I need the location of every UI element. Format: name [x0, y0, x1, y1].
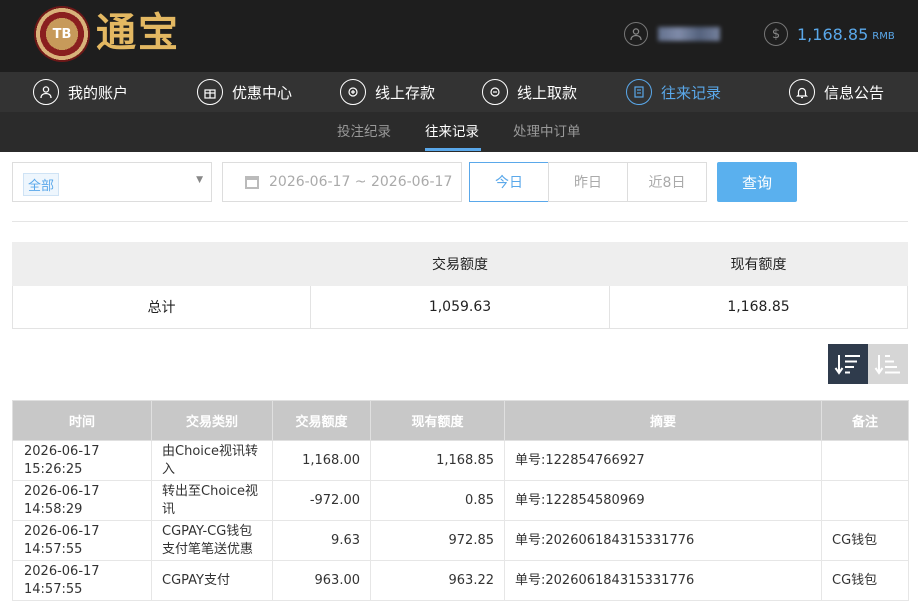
top-header: TB 通宝 $ 1,168.85 RMB	[0, 0, 918, 72]
cell-time: 2026-06-17 14:58:29	[12, 480, 152, 521]
cell-type: 转出至Choice视讯	[151, 480, 273, 521]
cell-summary: 单号:202606184315331776	[504, 560, 822, 601]
table-row: 2026-06-17 14:57:55 CGPAY支付 963.00 963.2…	[12, 560, 909, 601]
column-header-remark[interactable]: 备注	[821, 400, 909, 441]
summary-header-cell	[12, 242, 311, 286]
calendar-icon	[245, 175, 259, 189]
yesterday-button[interactable]: 昨日	[548, 162, 628, 202]
transaction-type-select[interactable]: 全部 ▼	[12, 162, 212, 202]
sort-asc-icon	[874, 355, 900, 375]
nav-item-promotions[interactable]: 优惠中心	[197, 72, 292, 112]
column-header-type[interactable]: 交易类别	[151, 400, 273, 441]
cell-amount: -972.00	[272, 480, 371, 521]
withdraw-icon	[482, 79, 508, 105]
column-header-summary[interactable]: 摘要	[504, 400, 822, 441]
nav-item-label: 优惠中心	[232, 83, 293, 102]
last-8-days-button[interactable]: 近8日	[627, 162, 707, 202]
nav-item-label: 我的账户	[68, 83, 129, 102]
logo-chip-icon[interactable]: TB	[34, 6, 90, 62]
nav-item-online-deposit[interactable]: 线上存款	[340, 72, 435, 112]
cell-amount: 9.63	[272, 520, 371, 561]
cell-type: CGPAY支付	[151, 560, 273, 601]
username-blurred	[658, 27, 720, 41]
cell-remark: CG钱包	[821, 560, 909, 601]
cell-amount: 963.00	[272, 560, 371, 601]
column-header-balance[interactable]: 现有额度	[370, 400, 505, 441]
user-info[interactable]	[624, 22, 720, 46]
sort-desc-icon	[834, 355, 860, 375]
cell-time: 2026-06-17 15:26:25	[12, 440, 152, 481]
cell-summary: 单号:122854766927	[504, 440, 822, 481]
query-button[interactable]: 查询	[717, 162, 797, 202]
sort-ascending-button[interactable]	[868, 344, 908, 384]
tab-transaction-records[interactable]: 往来记录	[425, 112, 479, 152]
cell-remark: CG钱包	[821, 520, 909, 561]
cell-remark	[821, 480, 909, 521]
cell-summary: 单号:202606184315331776	[504, 520, 822, 561]
tab-pending-orders[interactable]: 处理中订单	[513, 112, 581, 152]
user-icon	[33, 79, 59, 105]
records-table: 时间 交易类别 交易额度 现有额度 摘要 备注 2026-06-17 15:26…	[12, 400, 909, 601]
selected-type-tag: 全部	[23, 173, 60, 196]
cell-balance: 963.22	[370, 560, 505, 601]
today-button[interactable]: 今日	[469, 162, 549, 202]
table-row: 2026-06-17 15:26:25 由Choice视讯转入 1,168.00…	[12, 440, 909, 481]
nav-item-label: 信息公告	[824, 83, 885, 102]
active-tab-indicator	[425, 148, 481, 151]
cell-type: CGPAY-CG钱包支付笔笔送优惠	[151, 520, 273, 561]
deposit-icon	[340, 79, 366, 105]
date-range-input[interactable]: 2026-06-17 ~ 2026-06-17	[222, 162, 462, 202]
user-icon	[624, 22, 648, 46]
column-header-time[interactable]: 时间	[12, 400, 152, 441]
divider	[12, 221, 908, 222]
nav-item-online-withdraw[interactable]: 线上取款	[482, 72, 577, 112]
sort-descending-button[interactable]	[828, 344, 868, 384]
nav-item-label: 线上存款	[375, 83, 436, 102]
table-row: 2026-06-17 14:57:55 CGPAY-CG钱包支付笔笔送优惠 9.…	[12, 520, 909, 561]
logo-badge: TB	[52, 26, 72, 42]
cell-balance: 972.85	[370, 520, 505, 561]
summary-header-cell: 交易额度	[310, 242, 610, 286]
nav-item-label: 往来记录	[661, 83, 722, 102]
cell-time: 2026-06-17 14:57:55	[12, 520, 152, 561]
summary-current-balance: 1,168.85	[609, 285, 908, 329]
summary-transaction-total: 1,059.63	[310, 285, 610, 329]
summary-table: 交易额度 现有额度 总计 1,059.63 1,168.85	[12, 242, 908, 329]
summary-header-row: 交易额度 现有额度	[12, 242, 908, 286]
nav-item-label: 线上取款	[517, 83, 578, 102]
tab-bet-records[interactable]: 投注纪录	[337, 112, 391, 152]
nav-item-transaction-records[interactable]: 往来记录	[626, 72, 721, 112]
records-header-row: 时间 交易类别 交易额度 现有额度 摘要 备注	[12, 400, 909, 441]
chevron-down-icon: ▼	[196, 175, 203, 185]
table-row: 2026-06-17 14:58:29 转出至Choice视讯 -972.00 …	[12, 480, 909, 521]
nav-item-announcements[interactable]: 信息公告	[789, 72, 884, 112]
main-nav: 我的账户 优惠中心 线上存款 线上取款 往来记录 信息公告	[0, 72, 918, 112]
balance-info: $ 1,168.85 RMB	[764, 22, 895, 46]
balance-unit: RMB	[872, 30, 895, 42]
logo-text[interactable]: 通宝	[96, 8, 180, 58]
gift-icon	[197, 79, 223, 105]
cell-amount: 1,168.00	[272, 440, 371, 481]
bell-icon	[789, 79, 815, 105]
cell-balance: 1,168.85	[370, 440, 505, 481]
date-range-value: 2026-06-17 ~ 2026-06-17	[269, 174, 453, 190]
summary-total-row: 总计 1,059.63 1,168.85	[12, 285, 908, 329]
nav-item-my-account[interactable]: 我的账户	[33, 72, 128, 112]
cell-summary: 单号:122854580969	[504, 480, 822, 521]
cell-balance: 0.85	[370, 480, 505, 521]
cell-type: 由Choice视讯转入	[151, 440, 273, 481]
sub-nav: 投注纪录 往来记录 处理中订单	[0, 112, 918, 152]
records-icon	[626, 79, 652, 105]
cell-remark	[821, 440, 909, 481]
balance-amount: 1,168.85	[797, 24, 869, 44]
summary-header-cell: 现有额度	[609, 242, 908, 286]
cell-time: 2026-06-17 14:57:55	[12, 560, 152, 601]
summary-label: 总计	[12, 285, 311, 329]
column-header-amount[interactable]: 交易额度	[272, 400, 371, 441]
dollar-icon: $	[764, 22, 788, 46]
